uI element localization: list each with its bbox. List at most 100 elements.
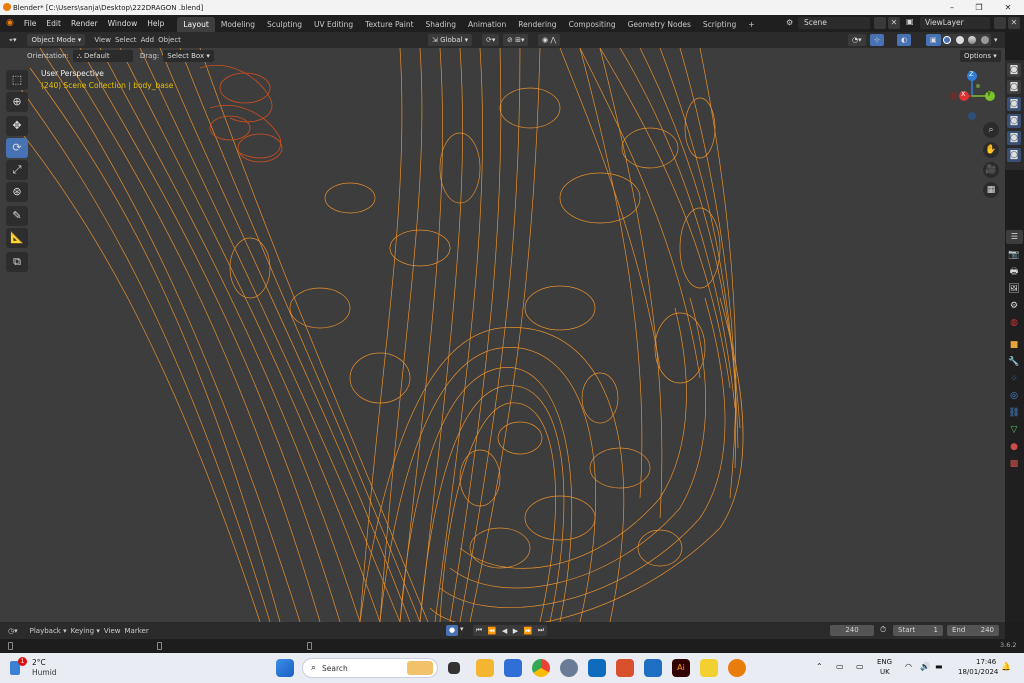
camera-visibility-icon[interactable]: ◙ [1007, 63, 1021, 77]
camera-visibility-icon[interactable]: ◙ [1007, 114, 1021, 128]
xray-toggle[interactable]: ▣ [926, 34, 941, 46]
outlook-icon[interactable] [588, 659, 606, 677]
data-tab-icon[interactable]: ▽ [1007, 423, 1021, 437]
camera-view-icon[interactable]: 🎥 [983, 162, 999, 178]
language-bottom[interactable]: UK [880, 668, 890, 676]
measure-tool-icon[interactable]: 📐 [6, 228, 28, 248]
illustrator-icon[interactable]: Ai [672, 659, 690, 677]
texture-tab-icon[interactable]: ▩ [1007, 457, 1021, 471]
zoom-icon[interactable]: ⌕ [983, 122, 999, 138]
delete-scene-icon[interactable]: ✕ [888, 17, 900, 29]
menu-window[interactable]: Window [103, 15, 143, 32]
jump-end-icon[interactable]: ⏭ [538, 626, 544, 635]
add-workspace-button[interactable]: + [742, 17, 760, 32]
settings-icon[interactable] [560, 659, 578, 677]
orientation-dropdown[interactable]: ⛬ Default [72, 50, 133, 62]
move-tool-icon[interactable]: ✥ [6, 116, 28, 136]
volume-icon[interactable]: 🔊 [920, 662, 930, 671]
material-shading-icon[interactable] [968, 36, 977, 44]
editor-type-icon[interactable]: ⌖▾ [5, 34, 21, 46]
transform-orientation-dropdown[interactable]: ⇲ Global ▾ [428, 34, 473, 46]
menu-marker[interactable]: Marker [125, 627, 149, 635]
sticky-notes-icon[interactable] [700, 659, 718, 677]
taskbar-search[interactable]: ⌕ Search [302, 658, 438, 678]
start-frame-field[interactable]: Start 1 [893, 625, 943, 636]
menu-add[interactable]: Add [141, 36, 155, 44]
record-toggle-icon[interactable]: ● [446, 625, 458, 636]
menu-view[interactable]: View [94, 36, 111, 44]
play-icon[interactable]: ▶ [513, 627, 518, 635]
shading-options-chevron-icon[interactable]: ▾ [994, 36, 998, 44]
blender-menu-icon[interactable]: ◉ [0, 15, 19, 32]
menu-help[interactable]: Help [142, 15, 169, 32]
tab-uv-editing[interactable]: UV Editing [308, 17, 359, 32]
overlay-toggle[interactable]: ◐ [897, 34, 912, 46]
maximize-button[interactable]: ❐ [965, 0, 993, 15]
menu-object[interactable]: Object [158, 36, 181, 44]
file-explorer-icon[interactable] [476, 659, 494, 677]
mail-app-icon[interactable] [644, 659, 662, 677]
pan-hand-icon[interactable]: ✋ [983, 142, 999, 158]
record-options-chevron-icon[interactable]: ▾ [460, 625, 464, 633]
proportional-edit-toggle[interactable]: ◉ ⋀ [538, 34, 561, 46]
stopwatch-icon[interactable]: ⏱ [880, 625, 886, 635]
drag-dropdown[interactable]: Select Box ▾ [163, 50, 214, 62]
blender-taskbar-icon[interactable] [728, 659, 746, 677]
powerpoint-app-icon[interactable] [616, 659, 634, 677]
clock-date[interactable]: 18/01/2024 [958, 668, 998, 676]
object-tab-icon[interactable]: ■ [1007, 338, 1021, 352]
close-window-button[interactable]: ✕ [994, 0, 1022, 15]
viewlayer-selector[interactable]: ViewLayer [920, 17, 990, 29]
rendered-shading-icon[interactable] [980, 36, 989, 44]
scene-selector[interactable]: Scene [798, 17, 870, 29]
menu-playback[interactable]: Playback ▾ [30, 627, 67, 635]
constraints-tab-icon[interactable]: ⛓ [1007, 406, 1021, 420]
play-reverse-icon[interactable]: ◀ [502, 627, 507, 635]
menu-edit[interactable]: Edit [41, 15, 66, 32]
physics-tab-icon[interactable]: ◎ [1007, 389, 1021, 403]
timeline-editor-icon[interactable]: ◷▾ [8, 627, 18, 635]
scale-tool-icon[interactable]: ⤢ [6, 160, 28, 180]
task-view-icon[interactable] [448, 662, 460, 674]
menu-select[interactable]: Select [115, 36, 137, 44]
tab-compositing[interactable]: Compositing [563, 17, 622, 32]
tab-layout[interactable]: Layout [177, 17, 215, 32]
windows-start-icon[interactable] [276, 659, 294, 677]
add-cube-tool-icon[interactable]: ⧉ [6, 252, 28, 272]
camera-visibility-icon[interactable]: ◙ [1007, 80, 1021, 94]
material-tab-icon[interactable]: ● [1007, 440, 1021, 454]
select-box-tool-icon[interactable]: ⬚ [6, 70, 28, 90]
new-viewlayer-button[interactable] [994, 17, 1006, 29]
render-tab-icon[interactable]: 📷 [1007, 248, 1021, 262]
output-tab-icon[interactable]: 🖶 [1007, 265, 1021, 279]
menu-timeline-view[interactable]: View [104, 627, 121, 635]
pivot-point-dropdown[interactable]: ⟳▾ [482, 34, 500, 46]
camera-visibility-icon[interactable]: ◙ [1007, 148, 1021, 162]
tray-chevron-icon[interactable]: ⌃ [816, 662, 823, 671]
mode-dropdown[interactable]: Object Mode ▾ [27, 34, 86, 46]
solid-shading-icon[interactable] [955, 36, 964, 44]
rotate-tool-icon[interactable]: ⟳ [6, 138, 28, 158]
wifi-icon[interactable]: ◠ [905, 662, 912, 671]
tray-app-icon[interactable]: ▭ [836, 662, 844, 671]
tab-geometry-nodes[interactable]: Geometry Nodes [622, 17, 697, 32]
menu-file[interactable]: File [19, 15, 42, 32]
tab-sculpting[interactable]: Sculpting [261, 17, 308, 32]
language-top[interactable]: ENG [877, 658, 892, 666]
gizmo-toggle[interactable]: ⊹ [870, 34, 884, 46]
transform-tool-icon[interactable]: ⊛ [6, 182, 28, 202]
tab-animation[interactable]: Animation [462, 17, 512, 32]
tab-rendering[interactable]: Rendering [512, 17, 562, 32]
delete-viewlayer-icon[interactable]: ✕ [1008, 17, 1020, 29]
tab-texture-paint[interactable]: Texture Paint [359, 17, 419, 32]
tab-scripting[interactable]: Scripting [697, 17, 742, 32]
tab-shading[interactable]: Shading [420, 17, 462, 32]
menu-keying[interactable]: Keying ▾ [71, 627, 100, 635]
next-keyframe-icon[interactable]: ⏩ [524, 627, 533, 635]
3d-viewport[interactable]: Orientation: ⛬ Default Drag: Select Box … [0, 48, 1005, 622]
world-tab-icon[interactable]: ◍ [1007, 316, 1021, 330]
scene-tab-icon[interactable]: ⚙ [1007, 299, 1021, 313]
wireframe-shading-icon[interactable] [943, 36, 952, 44]
view-layer-tab-icon[interactable]: 🖼 [1007, 282, 1021, 296]
clock-time[interactable]: 17:46 [976, 658, 996, 666]
